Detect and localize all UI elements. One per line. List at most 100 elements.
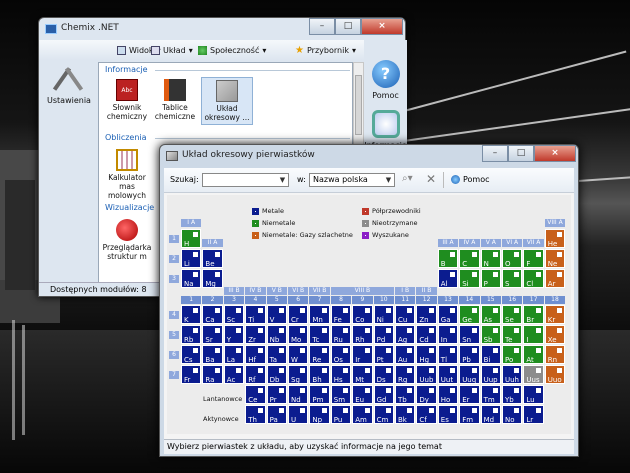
element-i[interactable]: I bbox=[523, 325, 544, 344]
element-ar[interactable]: Ar bbox=[544, 269, 566, 288]
element-rb[interactable]: Rb bbox=[181, 325, 202, 344]
element-lr[interactable]: Lr bbox=[523, 405, 544, 424]
pt-help-button[interactable]: Pomoc bbox=[451, 175, 490, 184]
settings-button[interactable]: Ustawienia bbox=[41, 64, 97, 124]
element-pd[interactable]: Pd bbox=[373, 325, 394, 344]
element-fe[interactable]: Fe bbox=[330, 305, 352, 324]
element-pm[interactable]: Pm bbox=[309, 385, 330, 404]
element-sc[interactable]: Sc bbox=[223, 305, 245, 324]
element-rg[interactable]: Rg bbox=[395, 365, 416, 384]
element-bk[interactable]: Bk bbox=[395, 405, 416, 424]
element-tl[interactable]: Tl bbox=[437, 345, 459, 364]
element-al[interactable]: Al bbox=[437, 269, 459, 288]
element-te[interactable]: Te bbox=[502, 325, 523, 344]
element-xe[interactable]: Xe bbox=[544, 325, 566, 344]
element-ne[interactable]: Ne bbox=[544, 249, 566, 268]
element-hs[interactable]: Hs bbox=[330, 365, 352, 384]
module-uklad-okresowy[interactable]: Układ okresowy ... bbox=[201, 77, 253, 125]
element-cr[interactable]: Cr bbox=[288, 305, 309, 324]
element-gd[interactable]: Gd bbox=[373, 385, 394, 404]
element-rf[interactable]: Rf bbox=[245, 365, 266, 384]
element-pb[interactable]: Pb bbox=[459, 345, 480, 364]
element-re[interactable]: Re bbox=[309, 345, 330, 364]
element-bi[interactable]: Bi bbox=[480, 345, 501, 364]
element-br[interactable]: Br bbox=[523, 305, 544, 324]
element-mn[interactable]: Mn bbox=[309, 305, 330, 324]
element-sn[interactable]: Sn bbox=[459, 325, 480, 344]
scroll-thumb[interactable] bbox=[355, 75, 362, 135]
minimize-button[interactable]: – bbox=[482, 145, 508, 162]
element-nb[interactable]: Nb bbox=[266, 325, 287, 344]
element-at[interactable]: At bbox=[523, 345, 544, 364]
element-es[interactable]: Es bbox=[437, 405, 459, 424]
search-field-select[interactable]: Nazwa polska ▼ bbox=[309, 173, 395, 187]
element-md[interactable]: Md bbox=[480, 405, 501, 424]
help-button[interactable]: ? Pomoc bbox=[364, 60, 407, 100]
element-uus[interactable]: Uus bbox=[523, 365, 544, 384]
element-cm[interactable]: Cm bbox=[373, 405, 394, 424]
search-icon[interactable]: ⌕▾ bbox=[402, 173, 413, 184]
element-tb[interactable]: Tb bbox=[395, 385, 416, 404]
element-ra[interactable]: Ra bbox=[202, 365, 223, 384]
chemix-titlebar[interactable]: Chemix .NET – □ × bbox=[39, 18, 405, 42]
element-s[interactable]: S bbox=[502, 269, 523, 288]
toolbar-uklad[interactable]: Układ ▾ bbox=[151, 43, 193, 57]
element-y[interactable]: Y bbox=[223, 325, 245, 344]
element-sb[interactable]: Sb bbox=[480, 325, 501, 344]
element-zr[interactable]: Zr bbox=[245, 325, 266, 344]
element-fr[interactable]: Fr bbox=[181, 365, 202, 384]
element-zn[interactable]: Zn bbox=[416, 305, 437, 324]
element-uut[interactable]: Uut bbox=[437, 365, 459, 384]
element-cu[interactable]: Cu bbox=[395, 305, 416, 324]
element-ge[interactable]: Ge bbox=[459, 305, 480, 324]
element-kr[interactable]: Kr bbox=[544, 305, 566, 324]
element-lu[interactable]: Lu bbox=[523, 385, 544, 404]
maximize-button[interactable]: □ bbox=[508, 145, 534, 162]
element-pa[interactable]: Pa bbox=[266, 405, 287, 424]
element-no[interactable]: No bbox=[502, 405, 523, 424]
element-ga[interactable]: Ga bbox=[437, 305, 459, 324]
maximize-button[interactable]: □ bbox=[335, 18, 361, 35]
element-ce[interactable]: Ce bbox=[245, 385, 266, 404]
element-tm[interactable]: Tm bbox=[480, 385, 501, 404]
element-ni[interactable]: Ni bbox=[373, 305, 394, 324]
element-be[interactable]: Be bbox=[202, 249, 223, 268]
element-hf[interactable]: Hf bbox=[245, 345, 266, 364]
element-rn[interactable]: Rn bbox=[544, 345, 566, 364]
element-am[interactable]: Am bbox=[352, 405, 373, 424]
element-rh[interactable]: Rh bbox=[352, 325, 373, 344]
pt-titlebar[interactable]: Układ okresowy pierwiastków – □ × bbox=[160, 145, 578, 169]
element-uub[interactable]: Uub bbox=[416, 365, 437, 384]
element-cl[interactable]: Cl bbox=[523, 269, 544, 288]
element-ru[interactable]: Ru bbox=[330, 325, 352, 344]
element-ho[interactable]: Ho bbox=[437, 385, 459, 404]
element-nd[interactable]: Nd bbox=[288, 385, 309, 404]
element-pu[interactable]: Pu bbox=[330, 405, 352, 424]
element-uuq[interactable]: Uuq bbox=[459, 365, 480, 384]
element-co[interactable]: Co bbox=[352, 305, 373, 324]
element-ca[interactable]: Ca bbox=[202, 305, 223, 324]
element-np[interactable]: Np bbox=[309, 405, 330, 424]
module-slownik[interactable]: Abc Słownik chemiczny bbox=[101, 79, 153, 121]
element-o[interactable]: O bbox=[502, 249, 523, 268]
element-cs[interactable]: Cs bbox=[181, 345, 202, 364]
element-k[interactable]: K bbox=[181, 305, 202, 324]
element-mt[interactable]: Mt bbox=[352, 365, 373, 384]
element-uuh[interactable]: Uuh bbox=[502, 365, 523, 384]
element-ds[interactable]: Ds bbox=[373, 365, 394, 384]
element-c[interactable]: C bbox=[459, 249, 480, 268]
module-kalkulator[interactable]: Kalkulator mas molowych bbox=[101, 149, 153, 200]
toolbar-przybornik[interactable]: ★ Przybornik ▾ bbox=[295, 43, 356, 57]
element-dy[interactable]: Dy bbox=[416, 385, 437, 404]
element-v[interactable]: V bbox=[266, 305, 287, 324]
minimize-button[interactable]: – bbox=[309, 18, 335, 35]
element-ir[interactable]: Ir bbox=[352, 345, 373, 364]
element-au[interactable]: Au bbox=[395, 345, 416, 364]
element-db[interactable]: Db bbox=[266, 365, 287, 384]
element-th[interactable]: Th bbox=[245, 405, 266, 424]
element-ba[interactable]: Ba bbox=[202, 345, 223, 364]
element-h[interactable]: H bbox=[181, 229, 202, 248]
element-la[interactable]: La bbox=[223, 345, 245, 364]
element-sr[interactable]: Sr bbox=[202, 325, 223, 344]
element-mg[interactable]: Mg bbox=[202, 269, 223, 288]
